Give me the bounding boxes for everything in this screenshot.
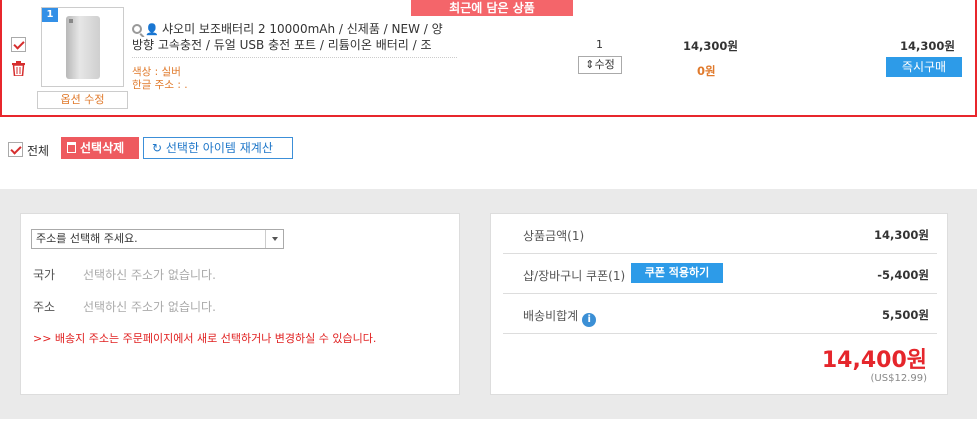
buy-now-button[interactable]: 즉시구매 [886,57,962,77]
chevron-down-icon[interactable] [265,230,283,248]
divider [132,57,457,58]
recalculate-button[interactable]: ↻ 선택한 아이템 재계산 [143,137,293,159]
cart-item-row: 최근에 담은 상품 1 옵션 수정 👤 샤오미 보조배터리 2 10000mAh … [0,0,977,117]
search-icon[interactable] [132,24,142,34]
item-shipping: 0원 [697,64,716,78]
coupon-value: -5,400원 [877,268,929,282]
option-color: 색상 : 실버 [132,66,181,78]
summary-row-shipping: 배송비합계 i 5,500원 [503,294,937,334]
address-select-value: 주소를 선택해 주세요. [36,232,138,245]
item-price: 14,300원 [683,39,738,53]
country-label: 국가 [33,268,56,282]
recent-items-tab[interactable]: 최근에 담은 상품 [411,0,573,16]
option-address: 한글 주소 : . [132,79,188,91]
select-all-label[interactable]: 전체 [27,142,49,159]
grand-total: 14,400원 [821,348,927,373]
product-title-text-1[interactable]: 샤오미 보조배터리 2 10000mAh / 신제품 / NEW / 양 [162,22,443,36]
summary-row-coupon: 샵/장바구니 쿠폰(1) 쿠폰 적용하기 -5,400원 [503,254,937,294]
info-icon[interactable]: i [582,313,597,327]
address-note: >> 배송지 주소는 주문페이지에서 새로 선택하거나 변경하실 수 있습니다. [33,332,377,345]
product-title-line-1[interactable]: 👤 샤오미 보조배터리 2 10000mAh / 신제품 / NEW / 양 [132,20,462,37]
grand-total-usd: (US$12.99) [870,373,927,384]
selected-options: 색상 : 실버 한글 주소 : . [132,66,188,92]
country-value: 선택하신 주소가 없습니다. [83,268,216,282]
trash-icon[interactable] [12,61,25,76]
seller-icon: 👤 [145,23,159,36]
product-image [66,16,100,79]
product-title-line-2[interactable]: 방향 고속충전 / 듀얼 USB 충전 포트 / 리튬이온 배터리 / 조 [132,36,462,53]
recalculate-label: 선택한 아이템 재계산 [165,141,273,155]
coupon-label: 샵/장바구니 쿠폰(1) [523,269,626,283]
select-all-checkbox[interactable] [8,142,23,157]
quantity-edit-button[interactable]: ⇕수정 [578,56,622,74]
address-value: 선택하신 주소가 없습니다. [83,300,216,314]
address-select[interactable]: 주소를 선택해 주세요. [31,229,284,249]
address-panel: 주소를 선택해 주세요. 국가 선택하신 주소가 없습니다. 주소 선택하신 주… [20,213,460,395]
shipping-total-label-text: 배송비합계 [523,309,579,323]
option-edit-button[interactable]: 옵션 수정 [37,91,128,109]
trash-icon [67,142,76,153]
item-checkbox[interactable] [11,37,26,52]
product-amount-label: 상품금액(1) [523,229,585,243]
refresh-icon: ↻ [152,141,166,155]
product-thumbnail[interactable]: 1 [41,7,124,87]
summary-row-product: 상품금액(1) 14,300원 [503,214,937,254]
item-subtotal: 14,300원 [900,39,955,53]
quantity-value: 1 [596,38,603,51]
address-label: 주소 [33,300,56,314]
price-summary-panel: 상품금액(1) 14,300원 샵/장바구니 쿠폰(1) 쿠폰 적용하기 -5,… [490,213,948,395]
shipping-total-value: 5,500원 [882,308,929,322]
quantity-edit-label: 수정 [594,58,615,71]
delete-selected-label: 선택삭제 [80,141,125,155]
item-index-badge: 1 [42,8,58,22]
product-amount-value: 14,300원 [874,228,929,242]
apply-coupon-button[interactable]: 쿠폰 적용하기 [631,263,723,283]
shipping-total-label: 배송비합계 i [523,307,597,327]
delete-selected-button[interactable]: 선택삭제 [61,137,139,159]
